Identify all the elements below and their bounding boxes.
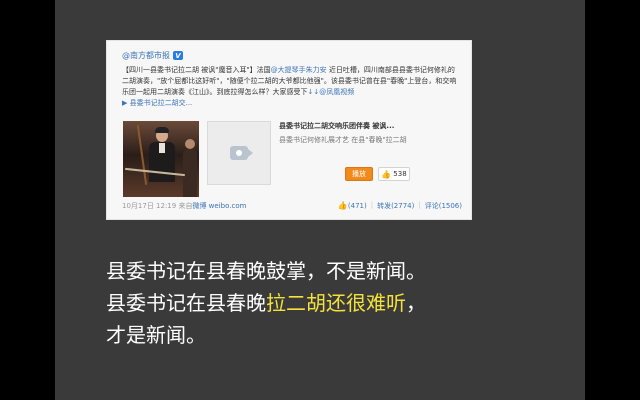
caption-line-3: 才是新闻。	[106, 323, 206, 347]
thumb-up-icon: 👍	[337, 201, 348, 210]
video-card-title[interactable]: 县委书记拉二胡交响乐团伴奏 被讽...	[279, 121, 459, 131]
video-link[interactable]: ▶ 县委书记拉二胡交...	[122, 99, 192, 107]
card-like-button[interactable]: 👍 538	[378, 167, 410, 181]
caption-line-2-pre: 县委书记在县春晚	[106, 291, 266, 315]
mention-link[interactable]: @大提琴手朱力安	[271, 66, 327, 74]
video-icon	[230, 146, 253, 160]
author-name[interactable]: @南方都市报	[122, 50, 170, 61]
card-like-count: 538	[393, 170, 407, 178]
post-author[interactable]: @南方都市报 V	[122, 50, 183, 61]
caption-line-2: 县委书记在县春晚拉二胡还很难听，	[106, 287, 576, 319]
like-count[interactable]: (471)	[348, 202, 367, 210]
verified-icon: V	[173, 51, 183, 60]
comment-action[interactable]: 评论(1506)	[425, 201, 462, 211]
video-card-desc: 县委书记何修礼展才艺 在县"春晚"拉二胡	[279, 136, 407, 144]
from-prefix: 来自	[178, 202, 193, 210]
post-footer: 10月17日 12:19 来自微博 weibo.com 👍(471) | 转发(…	[122, 201, 462, 211]
video-link-label[interactable]: 县委书记拉二胡交...	[130, 99, 193, 107]
post-actions: 👍(471) | 转发(2774) | 评论(1506)	[337, 201, 462, 211]
repost-action[interactable]: 转发(2774)	[377, 201, 414, 211]
video-card-icon[interactable]	[207, 121, 271, 185]
slide-caption: 县委书记在县春晚鼓掌，不是新闻。 县委书记在县春晚拉二胡还很难听， 才是新闻。	[106, 255, 576, 351]
video-card-info: 县委书记拉二胡交响乐团伴奏 被讽... 县委书记何修礼展才艺 在县"春晚"拉二胡	[279, 121, 459, 145]
post-text-part1: 【四川一县委书记拉二胡 被讽"魔音入耳"】法国	[122, 66, 271, 74]
weibo-post-card: @南方都市报 V 【四川一县委书记拉二胡 被讽"魔音入耳"】法国@大提琴手朱力安…	[106, 40, 472, 220]
caption-line-1: 县委书记在县春晚鼓掌，不是新闻。	[106, 259, 426, 283]
video-thumbnail[interactable]	[123, 121, 199, 197]
post-meta: 10月17日 12:19 来自微博 weibo.com	[122, 201, 246, 211]
post-source[interactable]: 微博 weibo.com	[192, 202, 246, 210]
play-button[interactable]: 播放	[345, 167, 373, 181]
caption-highlight: 拉二胡还很难听	[266, 291, 406, 315]
slide: @南方都市报 V 【四川一县委书记拉二胡 被讽"魔音入耳"】法国@大提琴手朱力安…	[55, 0, 585, 400]
thumb-up-icon: 👍	[381, 169, 392, 179]
mention-link-2[interactable]: ↓↓@凤凰视频	[308, 88, 355, 96]
post-text: 【四川一县委书记拉二胡 被讽"魔音入耳"】法国@大提琴手朱力安 近日吐槽，四川南…	[122, 65, 457, 109]
like-action[interactable]: 👍(471)	[338, 201, 367, 211]
caption-line-2-post: ，	[406, 291, 426, 315]
post-time[interactable]: 10月17日 12:19	[122, 202, 176, 210]
